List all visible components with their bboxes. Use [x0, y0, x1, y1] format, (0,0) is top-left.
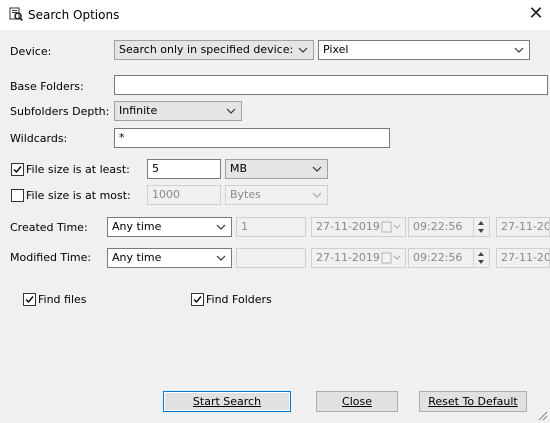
modified-time-label: Modified Time:: [10, 251, 92, 264]
created-date-picker[interactable]: 27-11-2019: [311, 217, 406, 237]
modified-date2-picker[interactable]: 27-11-2019: [496, 248, 550, 268]
created-time-count-input[interactable]: 1: [236, 217, 306, 237]
created-date-value: 27-11-2019: [316, 220, 380, 233]
start-search-button[interactable]: Start Search: [163, 391, 291, 412]
calendar-icon: [381, 221, 401, 233]
close-button[interactable]: Close: [316, 391, 398, 412]
size-min-unit-select[interactable]: MB: [225, 159, 328, 179]
modified-time-picker[interactable]: 09:22:56: [408, 248, 490, 268]
chevron-down-icon: [312, 192, 322, 198]
device-mode-value: Search only in specified device:: [119, 43, 294, 56]
calendar-icon: [381, 252, 401, 264]
device-mode-select[interactable]: Search only in specified device:: [114, 40, 314, 60]
reset-default-label: Reset To Default: [428, 395, 518, 408]
find-folders-label: Find Folders: [206, 293, 272, 306]
dialog-body: Device: Search only in specified device:…: [0, 30, 550, 423]
check-icon: [13, 166, 22, 174]
modified-time-mode-select[interactable]: Any time: [107, 248, 232, 268]
find-files-checkbox[interactable]: [23, 293, 36, 306]
created-time-mode-value: Any time: [112, 220, 162, 233]
find-folders-checkbox[interactable]: [191, 293, 204, 306]
base-folders-label: Base Folders:: [10, 80, 84, 93]
chevron-down-icon: [312, 166, 322, 172]
modified-time-value: 09:22:56: [413, 251, 463, 264]
created-time-mode-select[interactable]: Any time: [107, 217, 232, 237]
subfolders-depth-value: Infinite: [119, 104, 158, 117]
reset-default-button[interactable]: Reset To Default: [419, 391, 527, 412]
created-date2-picker[interactable]: 27-11-2019: [496, 217, 550, 237]
chevron-down-icon: [216, 255, 226, 261]
device-select[interactable]: Pixel: [318, 40, 530, 60]
size-min-checkbox[interactable]: [11, 163, 24, 176]
device-value: Pixel: [323, 43, 349, 56]
wildcards-input[interactable]: *: [114, 128, 390, 148]
window-title: Search Options: [28, 8, 120, 22]
app-icon: [9, 7, 23, 21]
modified-time-mode-value: Any time: [112, 251, 162, 264]
created-time-label: Created Time:: [10, 221, 88, 234]
spinner-icon: [473, 218, 484, 236]
created-time-value: 09:22:56: [413, 220, 463, 233]
size-min-label: File size is at least:: [26, 163, 130, 176]
size-max-input[interactable]: 1000: [147, 185, 221, 205]
chevron-down-icon: [298, 47, 308, 53]
subfolders-depth-select[interactable]: Infinite: [114, 101, 242, 121]
size-max-unit-select[interactable]: Bytes: [225, 185, 328, 205]
modified-date-picker[interactable]: 27-11-2019: [311, 248, 406, 268]
created-time-picker[interactable]: 09:22:56: [408, 217, 490, 237]
start-search-label: Start Search: [192, 395, 262, 408]
chevron-down-icon: [216, 224, 226, 230]
subfolders-depth-label: Subfolders Depth:: [10, 105, 110, 118]
modified-time-count-input[interactable]: [236, 248, 306, 268]
base-folders-input[interactable]: [114, 75, 548, 95]
resize-grip-icon[interactable]: [536, 409, 548, 421]
device-label: Device:: [10, 45, 52, 58]
close-icon[interactable]: ✕: [524, 2, 548, 26]
title-bar: Search Options ✕: [0, 0, 550, 30]
chevron-down-icon: [226, 108, 236, 114]
check-icon: [25, 296, 34, 304]
size-max-label: File size is at most:: [26, 189, 131, 202]
wildcards-label: Wildcards:: [10, 132, 68, 145]
modified-date-value: 27-11-2019: [316, 251, 380, 264]
chevron-down-icon: [514, 47, 524, 53]
size-min-input[interactable]: 5: [147, 159, 221, 179]
size-max-unit-value: Bytes: [230, 188, 261, 201]
size-max-checkbox[interactable]: [11, 189, 24, 202]
spinner-icon: [473, 249, 484, 267]
find-files-label: Find files: [38, 293, 87, 306]
size-min-unit-value: MB: [230, 162, 248, 175]
close-label: Close: [342, 395, 372, 408]
check-icon: [193, 296, 202, 304]
